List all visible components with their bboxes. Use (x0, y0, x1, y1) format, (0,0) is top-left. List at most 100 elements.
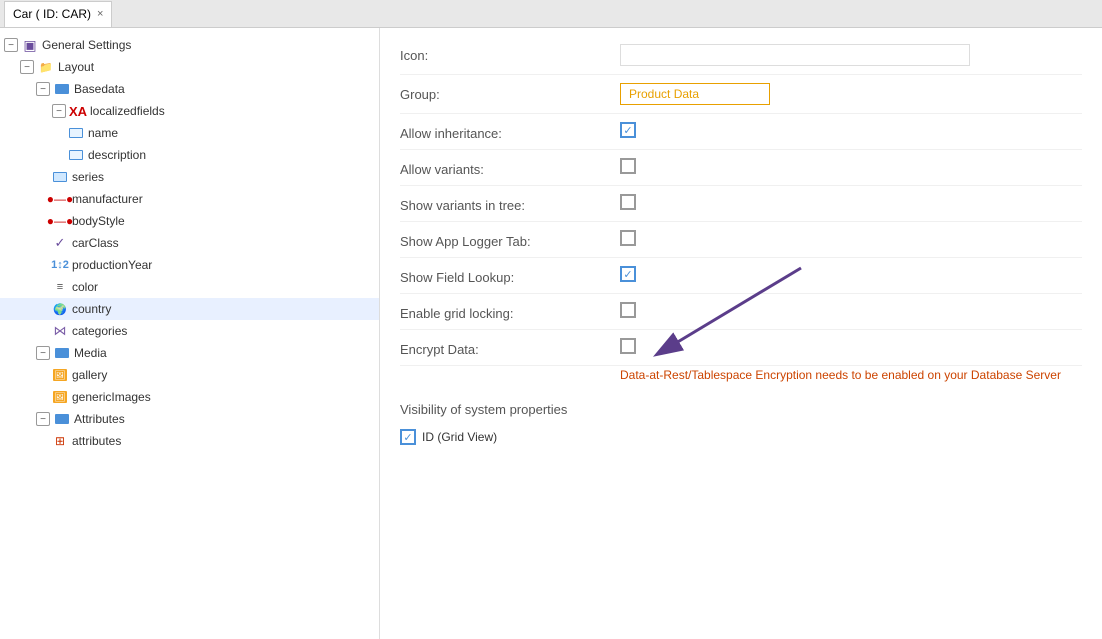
attributes-group-label: Attributes (74, 412, 125, 426)
sidebar-item-description[interactable]: description (0, 144, 379, 166)
allow-inheritance-value: ✓ (620, 122, 1082, 138)
show-app-logger-label: Show App Logger Tab: (400, 230, 620, 249)
allow-inheritance-label: Allow inheritance: (400, 122, 620, 141)
show-variants-tree-value (620, 194, 1082, 210)
group-value-container[interactable]: Product Data (620, 83, 1082, 105)
allow-inheritance-checkbox[interactable]: ✓ (620, 122, 636, 138)
encrypt-data-row: Encrypt Data: (400, 330, 1082, 366)
show-field-lookup-label: Show Field Lookup: (400, 266, 620, 285)
collapse-layout[interactable]: − (20, 60, 34, 74)
sidebar-item-carClass[interactable]: ✓ carClass (0, 232, 379, 254)
sidebar-item-bodyStyle[interactable]: ●—● bodyStyle (0, 210, 379, 232)
share-icon: ⋈ (52, 323, 68, 339)
categories-label: categories (72, 324, 127, 338)
visibility-heading: Visibility of system properties (400, 390, 1082, 425)
generic-images-icon: 🖼 (52, 389, 68, 405)
tab-bar: Car ( ID: CAR) × (0, 0, 1102, 28)
series-label: series (72, 170, 104, 184)
id-grid-view-checkbox[interactable]: ✓ (400, 429, 416, 445)
media-blue-bar-icon (54, 345, 70, 361)
sidebar-item-layout[interactable]: − 📁 Layout (0, 56, 379, 78)
sidebar-item-country[interactable]: 🌍 country (0, 298, 379, 320)
left-panel: − ▣ General Settings − 📁 Layout − Baseda… (0, 28, 380, 639)
encrypt-data-checkbox[interactable] (620, 338, 636, 354)
show-app-logger-value (620, 230, 1082, 246)
group-dropdown[interactable]: Product Data (620, 83, 770, 105)
collapse-basedata[interactable]: − (36, 82, 50, 96)
carClass-label: carClass (72, 236, 119, 250)
color-list-icon: ≡ (52, 279, 68, 295)
collapse-general-settings[interactable]: − (4, 38, 18, 52)
grid-icon: ⊞ (52, 433, 68, 449)
tree-container: − ▣ General Settings − 📁 Layout − Baseda… (0, 28, 379, 458)
enable-grid-locking-row: Enable grid locking: (400, 294, 1082, 330)
sidebar-item-basedata[interactable]: − Basedata (0, 78, 379, 100)
genericImages-label: genericImages (72, 390, 151, 404)
layout-label: Layout (58, 60, 94, 74)
sidebar-item-name[interactable]: name (0, 122, 379, 144)
encrypt-note: Data-at-Rest/Tablespace Encryption needs… (400, 366, 1082, 390)
sidebar-item-genericImages[interactable]: 🖼 genericImages (0, 386, 379, 408)
sidebar-item-color[interactable]: ≡ color (0, 276, 379, 298)
right-panel: Icon: /static/images/icons/car_gray.svg … (380, 28, 1102, 639)
group-label: Group: (400, 83, 620, 102)
sidebar-item-categories[interactable]: ⋈ categories (0, 320, 379, 342)
text-field-icon (68, 125, 84, 141)
globe-icon: 🌍 (52, 301, 68, 317)
car-tab[interactable]: Car ( ID: CAR) × (4, 1, 112, 27)
relation-icon-bodyStyle: ●—● (52, 213, 68, 229)
show-variants-tree-checkbox[interactable] (620, 194, 636, 210)
icon-value-container: /static/images/icons/car_gray.svg (620, 44, 1082, 66)
allow-inheritance-row: Allow inheritance: ✓ (400, 114, 1082, 150)
encrypt-data-label: Encrypt Data: (400, 338, 620, 357)
form-section: Icon: /static/images/icons/car_gray.svg … (380, 28, 1102, 457)
sidebar-item-attributes-item[interactable]: ⊞ attributes (0, 430, 379, 452)
sidebar-item-productionYear[interactable]: 1↕2 productionYear (0, 254, 379, 276)
relation-icon-manufacturer: ●—● (52, 191, 68, 207)
sidebar-item-series[interactable]: series (0, 166, 379, 188)
encrypt-data-value (620, 338, 1082, 354)
icon-row: Icon: /static/images/icons/car_gray.svg (400, 36, 1082, 75)
collapse-media[interactable]: − (36, 346, 50, 360)
collapse-localizedfields[interactable]: − (52, 104, 66, 118)
gallery-label: gallery (72, 368, 107, 382)
folder-icon: 📁 (38, 59, 54, 75)
sidebar-item-localizedfields[interactable]: − XA localizedfields (0, 100, 379, 122)
sidebar-item-attributes-group[interactable]: − Attributes (0, 408, 379, 430)
attributes-item-label: attributes (72, 434, 121, 448)
localizedfields-label: localizedfields (90, 104, 165, 118)
tab-close-button[interactable]: × (97, 9, 103, 20)
main-container: − ▣ General Settings − 📁 Layout − Baseda… (0, 28, 1102, 639)
name-label: name (88, 126, 118, 140)
show-variants-tree-label: Show variants in tree: (400, 194, 620, 213)
show-variants-tree-row: Show variants in tree: (400, 186, 1082, 222)
sidebar-item-gallery[interactable]: 🖼 gallery (0, 364, 379, 386)
enable-grid-locking-value (620, 302, 1082, 318)
show-app-logger-row: Show App Logger Tab: (400, 222, 1082, 258)
sidebar-item-media[interactable]: − Media (0, 342, 379, 364)
allow-variants-row: Allow variants: (400, 150, 1082, 186)
gallery-icon: 🖼 (52, 367, 68, 383)
sidebar-item-general-settings[interactable]: − ▣ General Settings (0, 34, 379, 56)
icon-label: Icon: (400, 44, 620, 63)
id-grid-view-row: ✓ ID (Grid View) (400, 425, 1082, 449)
country-label: country (72, 302, 111, 316)
basedata-label: Basedata (74, 82, 125, 96)
allow-variants-checkbox[interactable] (620, 158, 636, 174)
icon-input[interactable]: /static/images/icons/car_gray.svg (620, 44, 970, 66)
show-app-logger-checkbox[interactable] (620, 230, 636, 246)
color-label: color (72, 280, 98, 294)
encrypt-note-plain: Data-at-Rest/Tablespace (620, 368, 755, 382)
database-icon: ▣ (22, 37, 38, 53)
sidebar-item-manufacturer[interactable]: ●—● manufacturer (0, 188, 379, 210)
productionYear-label: productionYear (72, 258, 152, 272)
id-grid-view-label: ID (Grid View) (422, 430, 497, 444)
tab-label: Car ( ID: CAR) (13, 7, 91, 21)
allow-variants-label: Allow variants: (400, 158, 620, 177)
enable-grid-locking-checkbox[interactable] (620, 302, 636, 318)
enable-grid-locking-label: Enable grid locking: (400, 302, 620, 321)
collapse-attributes[interactable]: − (36, 412, 50, 426)
encrypt-note-highlight: Encryption needs to be enabled on your D… (755, 368, 1061, 382)
show-field-lookup-checkbox[interactable]: ✓ (620, 266, 636, 282)
localized-icon: XA (70, 103, 86, 119)
